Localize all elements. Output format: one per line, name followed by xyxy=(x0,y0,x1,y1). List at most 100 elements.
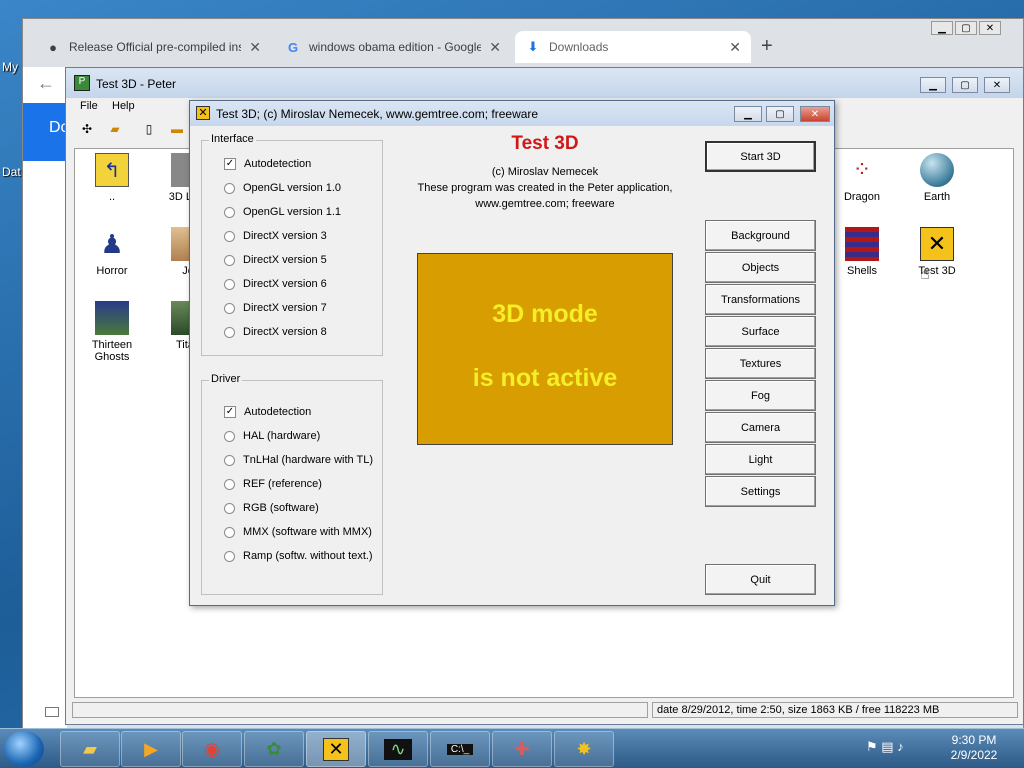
desktop-label[interactable]: Dat xyxy=(2,165,21,179)
interface-radio[interactable]: DirectX version 3 xyxy=(224,230,327,242)
maximize-icon[interactable]: ▢ xyxy=(766,106,794,122)
close-tab-icon[interactable]: ✕ xyxy=(729,39,741,56)
clock[interactable]: 9:30 PM 2/9/2022 xyxy=(936,733,1012,763)
close-icon[interactable]: ✕ xyxy=(984,77,1010,93)
media-player-icon[interactable]: ▶ xyxy=(121,731,181,767)
option-label: DirectX version 8 xyxy=(243,326,327,338)
driver-radio[interactable]: REF (reference) xyxy=(224,478,322,490)
settings-button[interactable]: Settings xyxy=(705,476,816,507)
file-item[interactable]: Earth xyxy=(902,153,972,203)
desktop-label[interactable]: My xyxy=(2,60,18,74)
tab-title: Release Official pre-compiled ins xyxy=(69,40,242,54)
objects-button[interactable]: Objects xyxy=(705,252,816,283)
explorer-icon[interactable]: ▰ xyxy=(60,731,120,767)
driver-radio[interactable]: TnLHal (hardware with TL) xyxy=(224,454,373,466)
interface-legend: Interface xyxy=(209,133,256,145)
status-bar: date 8/29/2012, time 2:50, size 1863 KB … xyxy=(72,700,1018,720)
peter-titlebar[interactable]: P Test 3D - Peter ▁ ▢ ✕ xyxy=(66,68,1023,98)
minimize-icon[interactable]: ▁ xyxy=(734,106,762,122)
surface-button[interactable]: Surface xyxy=(705,316,816,347)
peter-icon[interactable]: ✿ xyxy=(244,731,304,767)
start-button[interactable] xyxy=(4,731,44,767)
radio-icon xyxy=(224,302,235,314)
file-item[interactable]: Shells xyxy=(827,227,897,277)
file-label: Horror xyxy=(96,265,128,277)
settings-icon[interactable] xyxy=(45,707,59,717)
driver-autodetect-checkbox[interactable]: ✓ Autodetection xyxy=(224,406,311,418)
interface-radio[interactable]: DirectX version 7 xyxy=(224,302,327,314)
option-label: OpenGL version 1.1 xyxy=(243,206,342,218)
new-folder-icon[interactable]: ▬ xyxy=(168,122,186,138)
earth-icon xyxy=(920,153,954,187)
file-label: Shells xyxy=(847,265,877,277)
open-folder-icon[interactable]: ▰ xyxy=(106,122,124,138)
browser-tab-active[interactable]: ⬇ Downloads ✕ xyxy=(515,31,751,63)
minimize-icon[interactable]: ▁ xyxy=(920,77,946,93)
radio-icon xyxy=(224,326,235,338)
status-text: date 8/29/2012, time 2:50, size 1863 KB … xyxy=(657,704,940,716)
quit-button[interactable]: Quit xyxy=(705,564,816,595)
dialog-heading: Test 3D xyxy=(511,133,579,154)
clock-time: 9:30 PM xyxy=(951,733,997,747)
puzzle-icon[interactable]: ✸ xyxy=(554,731,614,767)
menu-file[interactable]: File xyxy=(80,100,98,112)
new-file-icon[interactable]: ▯ xyxy=(140,122,158,138)
file-item[interactable]: ⁘ Dragon xyxy=(827,153,897,203)
shells-icon xyxy=(845,227,879,261)
driver-radio[interactable]: HAL (hardware) xyxy=(224,430,320,442)
maximize-icon[interactable]: ▢ xyxy=(952,77,978,93)
new-tab-icon[interactable]: + xyxy=(761,35,773,58)
close-icon[interactable]: ✕ xyxy=(800,106,830,122)
option-label: DirectX version 3 xyxy=(243,230,327,242)
transformations-button[interactable]: Transformations xyxy=(705,284,816,315)
light-button[interactable]: Light xyxy=(705,444,816,475)
close-tab-icon[interactable]: ✕ xyxy=(249,39,261,56)
minimize-icon[interactable]: ▁ xyxy=(931,21,953,35)
tree-icon[interactable]: ✣ xyxy=(78,122,96,138)
chrome-icon[interactable]: ◉ xyxy=(182,731,242,767)
option-label: MMX (software with MMX) xyxy=(243,526,372,538)
driver-radio[interactable]: RGB (software) xyxy=(224,502,319,514)
interface-radio[interactable]: DirectX version 8 xyxy=(224,326,327,338)
background-button[interactable]: Background xyxy=(705,220,816,251)
radio-icon xyxy=(224,430,235,442)
flag-icon[interactable]: ⚑ xyxy=(866,739,878,754)
test-3d-taskbar-icon[interactable]: ✕ xyxy=(306,731,366,767)
dialog-titlebar[interactable]: ✕ Test 3D; (c) Miroslav Nemecek, www.gem… xyxy=(190,101,834,126)
browser-tab[interactable]: G windows obama edition - Google ✕ xyxy=(275,31,511,63)
file-item[interactable]: ↰ .. xyxy=(77,153,147,203)
system-tray: ⚑ ▤ ♪ xyxy=(866,739,904,755)
back-arrow-icon[interactable]: ← xyxy=(37,73,55,94)
option-label: HAL (hardware) xyxy=(243,430,321,442)
option-label: TnLHal (hardware with TL) xyxy=(243,454,374,466)
fog-button[interactable]: Fog xyxy=(705,380,816,411)
close-icon[interactable]: ✕ xyxy=(979,21,1001,35)
interface-radio[interactable]: DirectX version 5 xyxy=(224,254,327,266)
driver-radio[interactable]: MMX (software with MMX) xyxy=(224,526,372,538)
driver-radio[interactable]: Ramp (softw. without text.) xyxy=(224,550,373,562)
option-label: Autodetection xyxy=(244,158,312,170)
interface-radio[interactable]: OpenGL version 1.1 xyxy=(224,206,341,218)
camera-button[interactable]: Camera xyxy=(705,412,816,443)
maximize-icon[interactable]: ▢ xyxy=(955,21,977,35)
check-icon: ✓ xyxy=(224,406,236,418)
file-item[interactable]: ✕ Test 3D xyxy=(902,227,972,277)
browser-tab[interactable]: ● Release Official pre-compiled ins ✕ xyxy=(35,31,271,63)
oscilloscope-icon[interactable]: ∿ xyxy=(368,731,428,767)
start-3d-button[interactable]: Start 3D xyxy=(705,141,816,172)
radio-icon xyxy=(224,230,235,242)
network-icon[interactable]: ▤ xyxy=(881,739,893,754)
interface-radio[interactable]: OpenGL version 1.0 xyxy=(224,182,341,194)
file-item[interactable]: ♟ Horror xyxy=(77,227,147,278)
game-icon[interactable]: ✚ xyxy=(492,731,552,767)
interface-radio[interactable]: DirectX version 6 xyxy=(224,278,327,290)
close-tab-icon[interactable]: ✕ xyxy=(489,39,501,56)
console-icon[interactable]: C:\_ xyxy=(430,731,490,767)
menu-help[interactable]: Help xyxy=(112,100,135,112)
driver-group: Driver ✓ Autodetection HAL (hardware) TnL… xyxy=(201,373,383,595)
3d-viewport: 3D mode is not active xyxy=(417,253,673,445)
interface-autodetect-checkbox[interactable]: ✓ Autodetection xyxy=(224,158,311,170)
volume-icon[interactable]: ♪ xyxy=(897,739,904,754)
textures-button[interactable]: Textures xyxy=(705,348,816,379)
file-item[interactable]: Thirteen Ghosts xyxy=(77,301,147,363)
